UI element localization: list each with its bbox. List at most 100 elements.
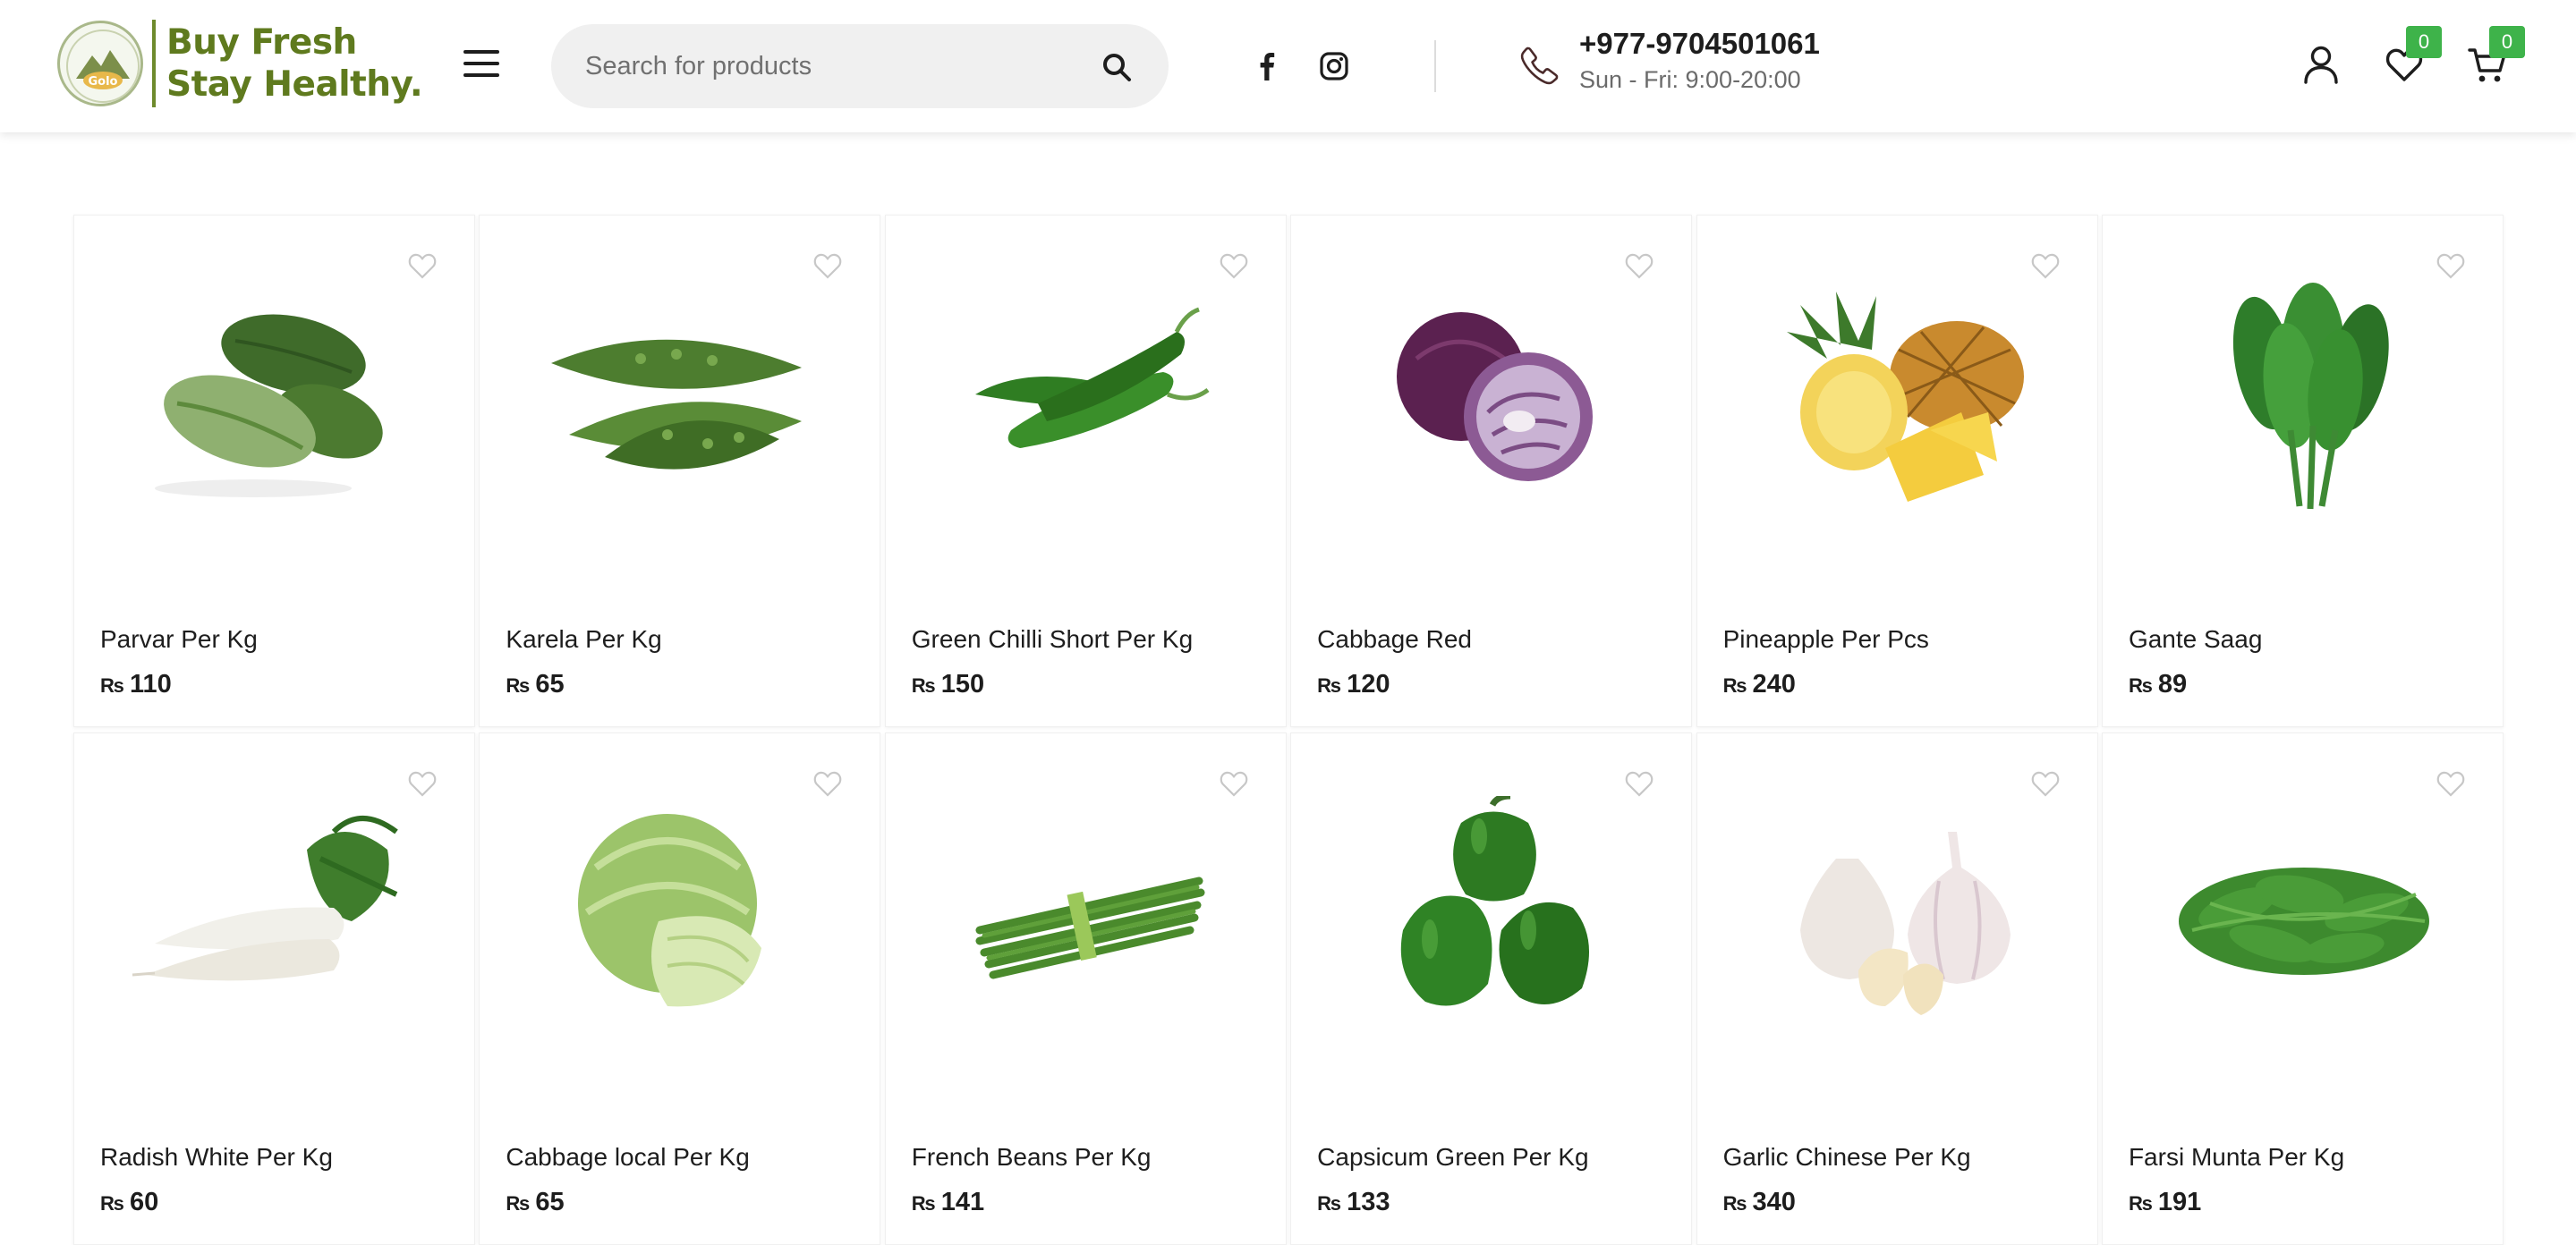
product-card[interactable]: Farsi Munta Per Kg ₨ 191 bbox=[2101, 733, 2504, 1245]
add-to-wishlist-heart-icon[interactable] bbox=[812, 767, 844, 798]
pumpkin-shoots-image bbox=[2178, 868, 2429, 975]
add-to-wishlist-heart-icon[interactable] bbox=[406, 767, 438, 798]
instagram-icon[interactable] bbox=[1316, 48, 1352, 84]
product-name[interactable]: Cabbage local Per Kg bbox=[506, 1143, 749, 1172]
logo-badge-icon: Golo bbox=[57, 21, 143, 106]
search-icon[interactable] bbox=[1101, 51, 1133, 83]
product-card[interactable]: Green Chilli Short Per Kg ₨ 150 bbox=[884, 215, 1287, 727]
product-card[interactable]: French Beans Per Kg ₨ 141 bbox=[884, 733, 1287, 1245]
price-value: 191 bbox=[2157, 1188, 2202, 1216]
french-beans-image bbox=[975, 877, 1205, 979]
product-name[interactable]: Green Chilli Short Per Kg bbox=[912, 625, 1193, 654]
currency-symbol: ₨ bbox=[1722, 1192, 1747, 1215]
add-to-wishlist-heart-icon[interactable] bbox=[1623, 250, 1655, 280]
price-value: 65 bbox=[535, 670, 565, 699]
green-chilli-image bbox=[974, 307, 1210, 448]
product-card[interactable]: Cabbage local Per Kg ₨ 65 bbox=[479, 733, 881, 1245]
currency-symbol: ₨ bbox=[2128, 674, 2153, 697]
add-to-wishlist-heart-icon[interactable] bbox=[406, 250, 438, 280]
white-radish-image bbox=[132, 816, 398, 981]
header-divider bbox=[1434, 40, 1436, 92]
product-name[interactable]: Karela Per Kg bbox=[506, 625, 661, 654]
user-account-icon[interactable] bbox=[2300, 43, 2342, 86]
product-price: ₨ 120 bbox=[1317, 670, 1390, 699]
add-to-wishlist-heart-icon[interactable] bbox=[2029, 767, 2062, 798]
price-value: 141 bbox=[940, 1188, 985, 1216]
add-to-wishlist-heart-icon[interactable] bbox=[2029, 250, 2062, 280]
logo-text: Buy Fresh Stay Healthy. bbox=[166, 21, 423, 106]
currency-symbol: ₨ bbox=[911, 674, 936, 697]
search-bar bbox=[551, 24, 1169, 108]
product-card[interactable]: Parvar Per Kg ₨ 110 bbox=[73, 215, 475, 727]
product-card[interactable]: Radish White Per Kg ₨ 60 bbox=[73, 733, 475, 1245]
logo-line-2: Stay Healthy. bbox=[166, 64, 423, 105]
product-card[interactable]: Capsicum Green Per Kg ₨ 133 bbox=[1290, 733, 1693, 1245]
product-price: ₨ 133 bbox=[1317, 1188, 1390, 1217]
cart-count-badge: 0 bbox=[2489, 26, 2525, 58]
product-card[interactable]: Karela Per Kg ₨ 65 bbox=[479, 215, 881, 727]
pointed-gourd-image bbox=[155, 314, 383, 497]
add-to-wishlist-heart-icon[interactable] bbox=[1218, 767, 1250, 798]
logo-divider bbox=[152, 20, 156, 107]
product-name[interactable]: Garlic Chinese Per Kg bbox=[1723, 1143, 1971, 1172]
opening-hours: Sun - Fri: 9:00-20:00 bbox=[1579, 66, 1801, 93]
red-cabbage-image bbox=[1397, 312, 1594, 481]
add-to-wishlist-heart-icon[interactable] bbox=[2435, 767, 2467, 798]
product-price: ₨ 240 bbox=[1723, 670, 1796, 699]
phone-number[interactable]: +977-9704501061 bbox=[1579, 27, 1820, 61]
price-value: 89 bbox=[2157, 670, 2188, 699]
green-cabbage-image bbox=[578, 814, 762, 1007]
add-to-wishlist-heart-icon[interactable] bbox=[1623, 767, 1655, 798]
add-to-wishlist-heart-icon[interactable] bbox=[1218, 250, 1250, 280]
product-price: ₨ 65 bbox=[506, 1188, 564, 1217]
green-capsicum-image bbox=[1400, 796, 1590, 1006]
currency-symbol: ₨ bbox=[506, 674, 531, 697]
product-price: ₨ 110 bbox=[100, 670, 172, 699]
product-name[interactable]: Capsicum Green Per Kg bbox=[1317, 1143, 1588, 1172]
product-name[interactable]: Parvar Per Kg bbox=[100, 625, 258, 654]
currency-symbol: ₨ bbox=[2128, 1192, 2153, 1215]
price-value: 150 bbox=[940, 670, 985, 699]
product-card[interactable]: Pineapple Per Pcs ₨ 240 bbox=[1696, 215, 2098, 727]
garlic-image bbox=[1799, 832, 2011, 1015]
add-to-wishlist-heart-icon[interactable] bbox=[2435, 250, 2467, 280]
product-name[interactable]: Gante Saag bbox=[2129, 625, 2262, 654]
currency-symbol: ₨ bbox=[1317, 1192, 1342, 1215]
leafy-greens-image bbox=[2232, 283, 2389, 510]
search-input[interactable] bbox=[585, 44, 1068, 89]
product-name[interactable]: Pineapple Per Pcs bbox=[1723, 625, 1929, 654]
phone-icon bbox=[1520, 47, 1559, 85]
product-grid: Parvar Per Kg ₨ 110 Karela Per Kg ₨ 65 Gre… bbox=[73, 215, 2504, 1245]
bitter-gourd-image bbox=[551, 339, 803, 470]
logo-badge-text: Golo bbox=[89, 75, 118, 89]
product-price: ₨ 89 bbox=[2129, 670, 2187, 699]
price-value: 110 bbox=[129, 670, 172, 699]
product-card[interactable]: Garlic Chinese Per Kg ₨ 340 bbox=[1696, 733, 2098, 1245]
currency-symbol: ₨ bbox=[1317, 674, 1342, 697]
hamburger-menu-icon[interactable] bbox=[463, 50, 499, 79]
logo-line-1: Buy Fresh bbox=[166, 22, 357, 63]
product-price: ₨ 60 bbox=[100, 1188, 158, 1217]
product-card[interactable]: Gante Saag ₨ 89 bbox=[2101, 215, 2504, 727]
price-value: 133 bbox=[1347, 1188, 1390, 1216]
product-name[interactable]: Farsi Munta Per Kg bbox=[2129, 1143, 2344, 1172]
pineapple-image bbox=[1786, 292, 2024, 502]
product-price: ₨ 150 bbox=[912, 670, 984, 699]
product-name[interactable]: French Beans Per Kg bbox=[912, 1143, 1152, 1172]
product-price: ₨ 191 bbox=[2129, 1188, 2201, 1217]
currency-symbol: ₨ bbox=[911, 1192, 936, 1215]
site-header: Golo Buy Fresh Stay Healthy. +977-970450… bbox=[0, 0, 2576, 132]
currency-symbol: ₨ bbox=[506, 1192, 531, 1215]
site-logo[interactable]: Golo Buy Fresh Stay Healthy. bbox=[57, 20, 423, 107]
product-card[interactable]: Cabbage Red ₨ 120 bbox=[1290, 215, 1693, 727]
add-to-wishlist-heart-icon[interactable] bbox=[812, 250, 844, 280]
product-price: ₨ 141 bbox=[912, 1188, 984, 1217]
product-name[interactable]: Cabbage Red bbox=[1317, 625, 1472, 654]
product-name[interactable]: Radish White Per Kg bbox=[100, 1143, 333, 1172]
price-value: 240 bbox=[1752, 670, 1796, 699]
price-value: 60 bbox=[129, 1188, 159, 1216]
currency-symbol: ₨ bbox=[100, 1192, 124, 1215]
price-value: 65 bbox=[535, 1188, 565, 1216]
price-value: 120 bbox=[1347, 670, 1390, 699]
facebook-icon[interactable] bbox=[1249, 48, 1285, 84]
